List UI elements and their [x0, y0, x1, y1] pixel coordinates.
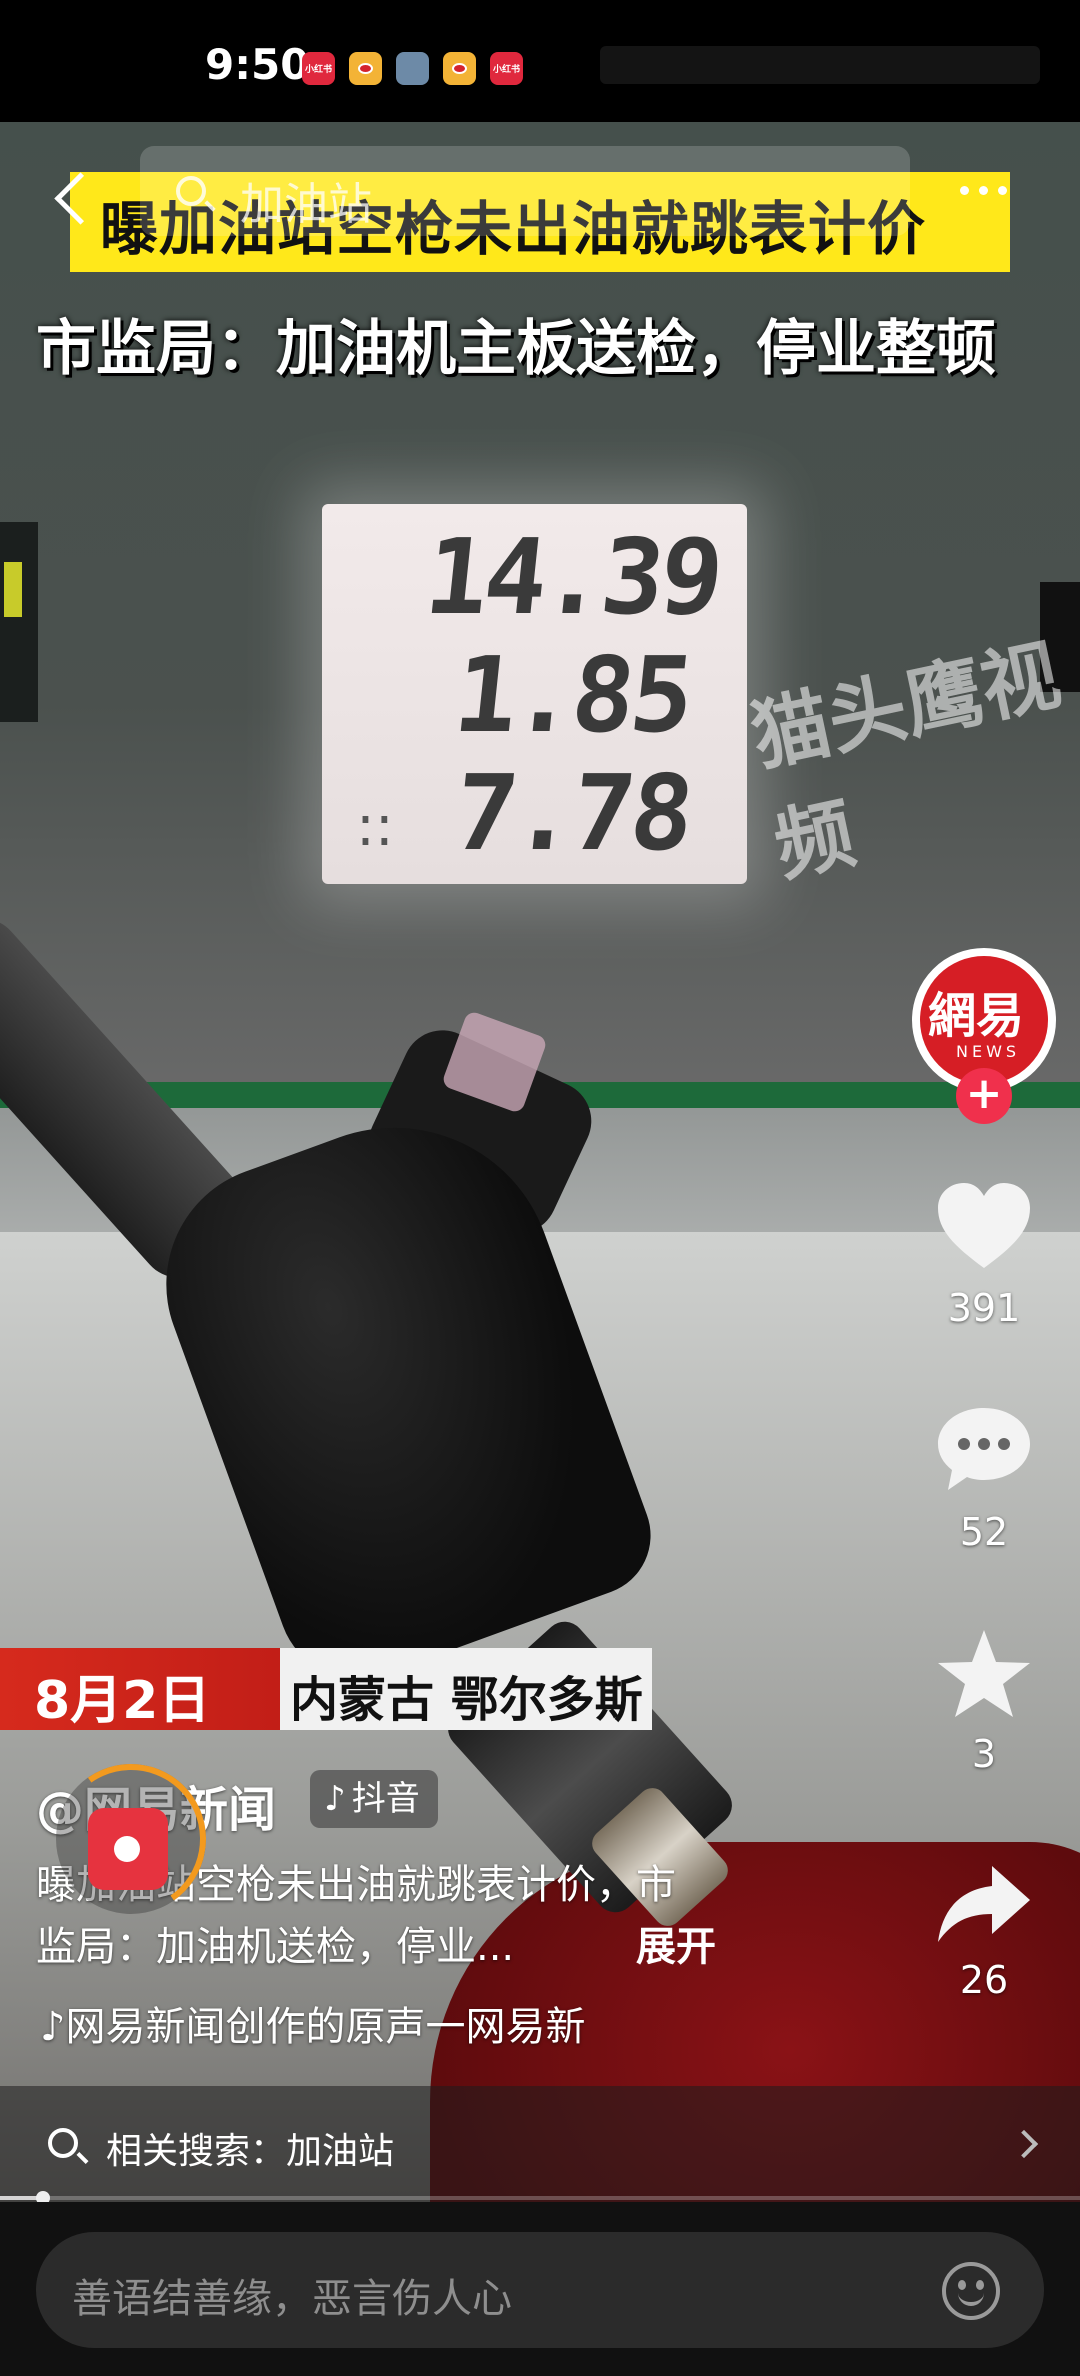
comment-count: 52 — [959, 1510, 1009, 1554]
avatar-logo-text: 網易 — [928, 988, 1025, 1044]
app-shortcut-icon — [88, 1808, 168, 1890]
music-title: 网易新闻创作的原声一网易新 — [65, 2004, 586, 2050]
source-badge-label: 抖音 — [351, 1779, 420, 1819]
netease-logo: 網易 NEWS — [920, 956, 1048, 1084]
app-icon — [396, 52, 429, 85]
heart-icon — [938, 1183, 1030, 1268]
like-count: 391 — [947, 1286, 1021, 1330]
music-note-icon: ♪ — [324, 1779, 346, 1819]
chevron-right-icon — [1009, 2129, 1039, 2159]
pump-reading: 14.39 — [419, 516, 726, 638]
comment-icon — [938, 1408, 1030, 1490]
video-watermark: 猫头鹰视频 — [743, 630, 1068, 893]
status-indicators — [600, 46, 1040, 84]
date-caption-text: 8月2日 — [34, 1671, 211, 1731]
pump-reading: 1.85 — [448, 634, 696, 756]
location-caption-text: 内蒙古 鄂尔多斯 — [290, 1672, 643, 1728]
location-caption: 内蒙古 鄂尔多斯 — [280, 1648, 652, 1730]
search-icon — [48, 2128, 78, 2158]
status-bar: 9:50 小红书 小红书 — [0, 0, 1080, 122]
comment-button[interactable]: 52 — [920, 1404, 1048, 1554]
more-dots-icon — [960, 186, 969, 195]
status-time: 9:50 — [205, 40, 310, 89]
comment-input[interactable]: 善语结善缘，恶言伤人心 — [36, 2232, 1044, 2348]
more-dots-icon — [998, 186, 1007, 195]
pump-display: 14.39 1.85 7.78 :: — [322, 504, 747, 884]
pump-panel — [0, 522, 38, 722]
related-search-label: 相关搜索：加油站 — [106, 2131, 395, 2172]
avatar-logo-sub: NEWS — [956, 1042, 1021, 1061]
sub-caption: 市监局：加油机主板送检，停业整顿 — [36, 314, 996, 384]
floating-app-button[interactable] — [44, 1752, 218, 1926]
weibo-icon — [349, 52, 382, 85]
search-icon — [176, 176, 206, 206]
related-search-bar[interactable]: 相关搜索：加油站 — [0, 2086, 1080, 2202]
favorite-count: 3 — [971, 1732, 997, 1776]
more-button[interactable] — [960, 186, 1007, 195]
date-caption: 8月2日 — [0, 1648, 280, 1731]
emoji-icon[interactable] — [942, 2262, 1000, 2320]
pump-reading: 7.78 — [448, 752, 696, 874]
comment-bar: 善语结善缘，恶言伤人心 — [0, 2202, 1080, 2376]
xiaohongshu-icon: 小红书 — [302, 52, 335, 85]
expand-button[interactable]: 展开 — [636, 1914, 716, 1972]
xiaohongshu-icon: 小红书 — [490, 52, 523, 85]
like-button[interactable]: 391 — [920, 1180, 1048, 1330]
search-bar[interactable]: 加油站 — [140, 146, 910, 236]
notification-icons: 小红书 小红书 — [302, 52, 523, 85]
video-progress-bar[interactable] — [0, 2191, 1080, 2205]
music-note-icon: ♪ — [40, 2004, 66, 2050]
video-description: 监局：加油机送检，停业... — [36, 1924, 515, 1970]
source-badge[interactable]: ♪ 抖音 — [310, 1770, 438, 1828]
favorite-button[interactable]: 3 — [920, 1628, 1048, 1776]
more-dots-icon — [979, 186, 988, 195]
music-info[interactable]: ♪网易新闻创作的原声一网易新 — [40, 1994, 586, 2052]
follow-button[interactable]: + — [956, 1068, 1012, 1124]
back-button[interactable] — [48, 170, 98, 230]
share-count: 26 — [959, 1958, 1009, 2002]
share-arrow-icon — [938, 1866, 1030, 1942]
weibo-icon — [443, 52, 476, 85]
star-icon — [938, 1630, 1030, 1717]
comment-placeholder: 善语结善缘，恶言伤人心 — [72, 2276, 512, 2322]
share-button[interactable]: 26 — [920, 1860, 1048, 2002]
search-query: 加油站 — [240, 179, 372, 230]
pump-colon: :: — [356, 794, 394, 859]
